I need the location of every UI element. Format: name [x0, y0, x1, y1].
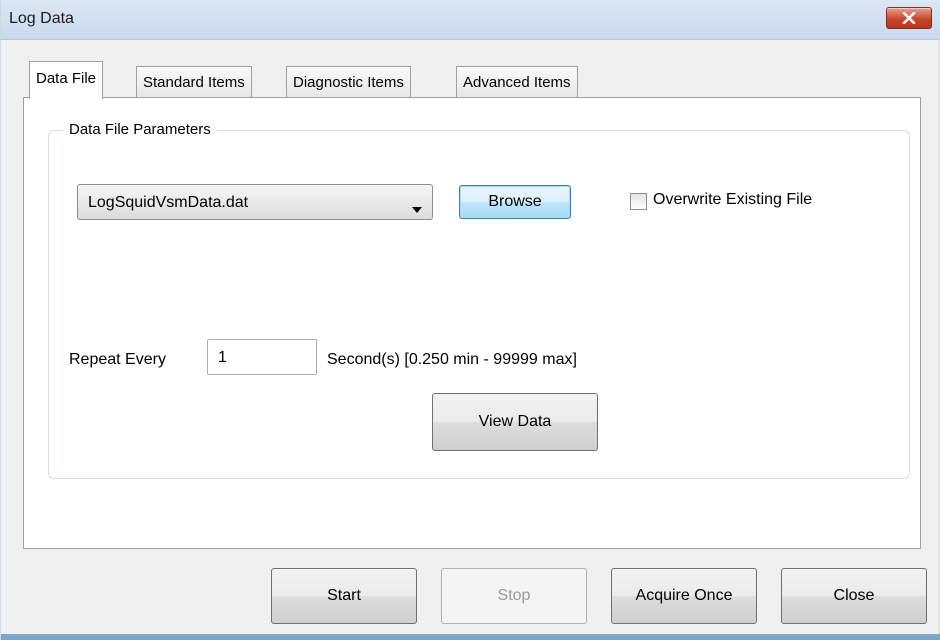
- window-bottom-border: [1, 634, 940, 640]
- data-file-select[interactable]: LogSquidVsmData.dat: [77, 184, 433, 220]
- stop-button-label: Stop: [497, 587, 531, 604]
- repeat-every-label: Repeat Every: [69, 351, 166, 368]
- tab-label: Advanced Items: [463, 74, 571, 91]
- tab-panel-data-file: Data File Parameters LogSquidVsmData.dat…: [23, 97, 921, 549]
- start-button[interactable]: Start: [271, 568, 417, 624]
- tab-label: Standard Items: [143, 74, 245, 91]
- overwrite-existing-checkbox[interactable]: [630, 193, 647, 210]
- browse-button[interactable]: Browse: [459, 185, 571, 219]
- data-file-parameters-group: Data File Parameters LogSquidVsmData.dat…: [48, 121, 910, 479]
- window-close-button[interactable]: [886, 7, 932, 29]
- repeat-interval-value: 1: [218, 349, 227, 366]
- repeat-interval-input[interactable]: 1: [207, 339, 317, 375]
- close-icon: [902, 12, 916, 24]
- tab-advanced-items[interactable]: Advanced Items: [456, 66, 578, 98]
- stop-button[interactable]: Stop: [441, 568, 587, 624]
- window-title: Log Data: [9, 10, 74, 27]
- view-data-button-label: View Data: [478, 413, 552, 430]
- tab-standard-items[interactable]: Standard Items: [136, 66, 252, 98]
- tab-data-file[interactable]: Data File: [29, 61, 104, 99]
- tab-diagnostic-items[interactable]: Diagnostic Items: [286, 66, 411, 98]
- start-button-label: Start: [327, 587, 361, 604]
- close-button-label: Close: [833, 587, 875, 604]
- chevron-down-icon: [412, 200, 422, 217]
- acquire-once-button[interactable]: Acquire Once: [611, 568, 757, 624]
- close-button[interactable]: Close: [781, 568, 927, 624]
- tab-label: Diagnostic Items: [293, 74, 404, 91]
- acquire-once-button-label: Acquire Once: [635, 587, 733, 604]
- tab-label: Data File: [36, 70, 97, 87]
- title-bar: Log Data: [1, 0, 940, 40]
- group-title: Data File Parameters: [63, 121, 217, 138]
- data-file-select-value: LogSquidVsmData.dat: [88, 194, 249, 211]
- view-data-button[interactable]: View Data: [432, 393, 598, 451]
- browse-button-label: Browse: [488, 193, 542, 210]
- log-data-window: Log Data Standard Items Diagnostic Items…: [0, 0, 940, 640]
- overwrite-existing-label[interactable]: Overwrite Existing File: [653, 191, 812, 209]
- repeat-units-label: Second(s) [0.250 min - 99999 max]: [327, 351, 577, 368]
